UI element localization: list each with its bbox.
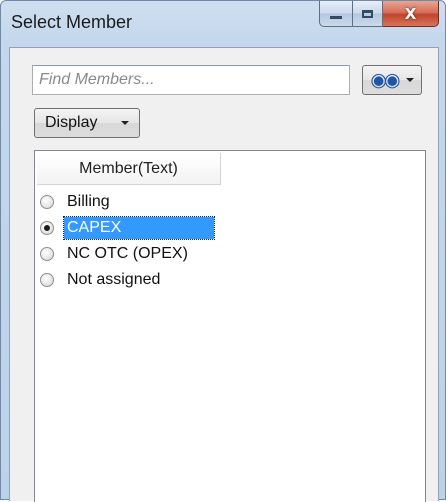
close-button[interactable]: X [383,1,439,27]
search-box [32,65,350,95]
caption-buttons: X [319,1,439,27]
chevron-down-icon [121,121,129,125]
title-bar[interactable]: Select Member X [1,1,445,47]
chevron-down-icon [405,78,414,82]
list-item[interactable]: Billing [37,189,423,215]
radio-button[interactable] [40,221,54,235]
list-item[interactable]: NC OTC (OPEX) [37,241,423,267]
column-header-label: Member(Text) [79,159,178,177]
radio-button[interactable] [40,273,54,287]
list-item-label: CAPEX [63,216,215,240]
dialog-body: ◉◉ Display Member(Text) Billing CAPEX [9,47,439,502]
member-list[interactable]: Member(Text) Billing CAPEX NC OTC (OPEX) [34,150,426,502]
minimize-button[interactable] [319,1,353,27]
minimize-icon [330,16,342,19]
radio-button[interactable] [40,195,54,209]
display-dropdown-button[interactable]: Display [34,108,140,138]
list-item-label: NC OTC (OPEX) [67,245,188,262]
window-title: Select Member [11,12,133,32]
list-item-label: Billing [67,193,110,210]
binoculars-icon: ◉◉ [370,69,400,91]
find-button[interactable]: ◉◉ [362,65,422,95]
member-rows: Billing CAPEX NC OTC (OPEX) Not assigned [37,189,423,293]
maximize-button[interactable] [353,1,383,27]
radio-button[interactable] [40,247,54,261]
list-item[interactable]: Not assigned [37,267,423,293]
find-members-input[interactable] [33,66,349,94]
close-icon: X [404,4,417,23]
list-item[interactable]: CAPEX [37,215,423,241]
maximize-icon [362,9,373,18]
column-header-member-text[interactable]: Member(Text) [37,153,221,185]
display-button-label: Display [45,114,98,131]
list-item-label: Not assigned [67,271,161,288]
select-member-window: Select Member X ◉◉ Display Mem [0,0,446,502]
